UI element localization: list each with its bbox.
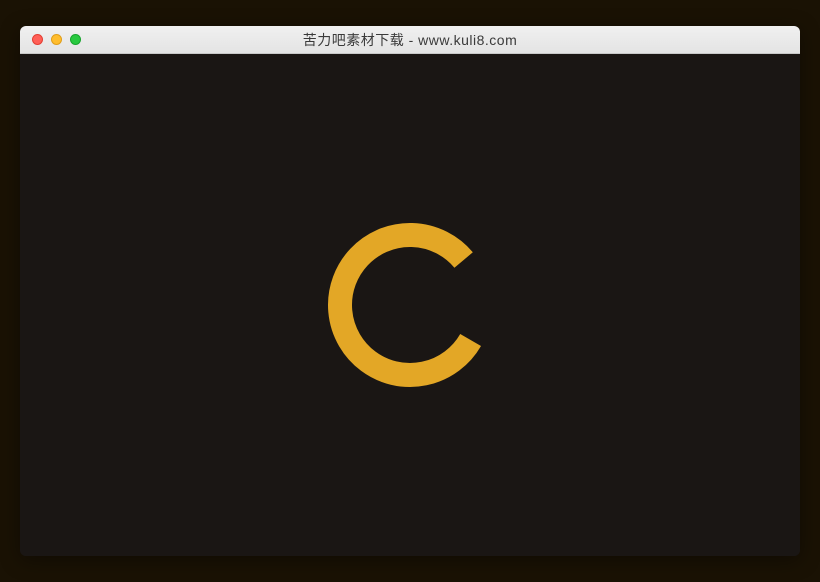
app-window: 苦力吧素材下载 - www.kuli8.com [20, 26, 800, 556]
titlebar: 苦力吧素材下载 - www.kuli8.com [20, 26, 800, 54]
loading-spinner-icon [310, 205, 510, 405]
close-icon[interactable] [32, 34, 43, 45]
content-area [20, 54, 800, 556]
window-controls [20, 34, 81, 45]
window-title: 苦力吧素材下载 - www.kuli8.com [20, 30, 800, 50]
maximize-icon[interactable] [70, 34, 81, 45]
minimize-icon[interactable] [51, 34, 62, 45]
